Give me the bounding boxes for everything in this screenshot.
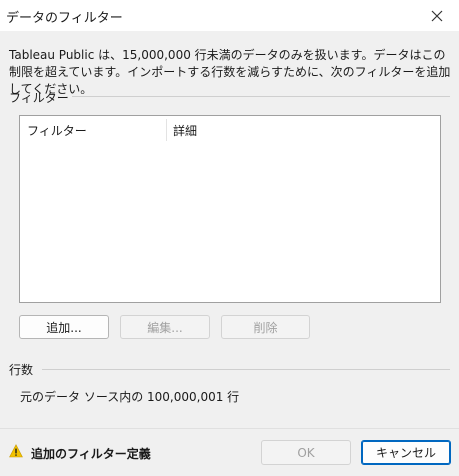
- rows-group-label: 行数: [9, 363, 34, 377]
- edit-filter-button[interactable]: 編集...: [120, 315, 210, 339]
- dialog-title: データのフィルター: [6, 11, 123, 26]
- warning-message: 追加のフィルター定義: [31, 447, 151, 461]
- cancel-button[interactable]: キャンセル: [361, 440, 451, 465]
- remove-filter-button[interactable]: 削除: [221, 315, 310, 339]
- close-icon: [431, 10, 443, 21]
- filters-group-label: フィルター: [9, 91, 69, 105]
- title-bar: データのフィルター: [0, 0, 459, 31]
- rows-group-divider: [42, 369, 450, 370]
- column-header-detail[interactable]: 詳細: [173, 122, 197, 139]
- footer-divider: [0, 428, 459, 429]
- warning-icon: [9, 444, 23, 458]
- column-header-filter[interactable]: フィルター: [27, 122, 87, 139]
- column-separator: [166, 119, 167, 141]
- ok-button[interactable]: OK: [261, 440, 351, 465]
- close-button[interactable]: [415, 0, 459, 31]
- row-count-text: 元のデータ ソース内の 100,000,001 行: [20, 390, 240, 404]
- add-filter-button[interactable]: 追加...: [19, 315, 109, 339]
- dialog-description: Tableau Public は、15,000,000 行未満のデータのみを扱い…: [9, 48, 451, 96]
- filters-group-divider: [72, 96, 450, 97]
- filter-list[interactable]: フィルター 詳細: [19, 115, 441, 303]
